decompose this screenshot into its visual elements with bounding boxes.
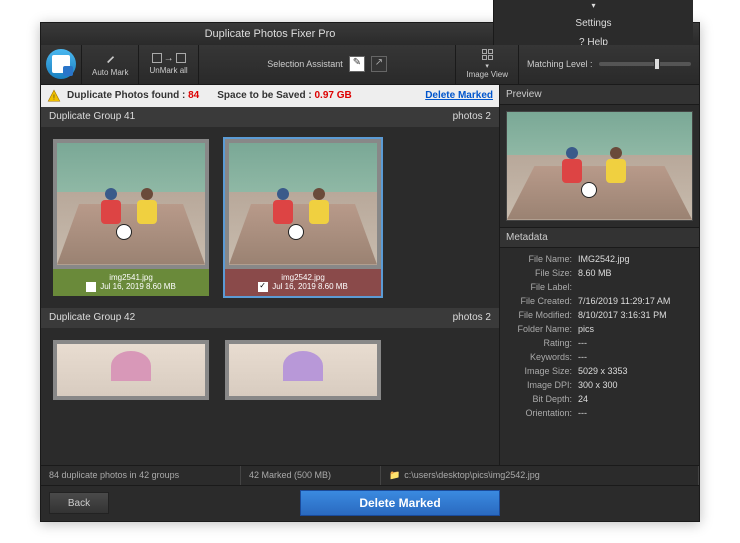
group-41-thumbs: img2541.jpg Jul 16, 2019 8.60 MB img2542…	[41, 127, 499, 308]
checkbox-icon	[152, 53, 162, 63]
photo-filename: img2542.jpg	[229, 273, 377, 282]
wand-icon	[103, 52, 117, 66]
group-header-42: Duplicate Group 42 photos 2	[41, 308, 499, 328]
app-window: Duplicate Photos Fixer Pro ▾ Settings ? …	[40, 22, 700, 522]
bottombar: Back Delete Marked	[41, 485, 699, 521]
results-panel: ! Duplicate Photos found : 84 Space to b…	[41, 85, 499, 465]
metadata-label: Metadata	[500, 227, 699, 248]
statusbar: 84 duplicate photos in 42 groups 42 Mark…	[41, 465, 699, 485]
delete-marked-link[interactable]: Delete Marked	[425, 90, 493, 101]
photo-checkbox[interactable]	[86, 282, 96, 292]
metadata-row: Image DPI:300 x 300	[506, 378, 693, 392]
grid-icon	[482, 49, 493, 60]
photo-card[interactable]	[51, 338, 211, 402]
preview-label: Preview	[500, 85, 699, 105]
photo-card[interactable]: img2541.jpg Jul 16, 2019 8.60 MB	[51, 137, 211, 298]
status-dupes: 84 duplicate photos in 42 groups	[41, 466, 241, 485]
automark-button[interactable]: Auto Mark	[81, 45, 138, 84]
side-panel: Preview Metadata File Name:IMG2542.jpgFi…	[499, 85, 699, 465]
delete-marked-button[interactable]: Delete Marked	[300, 490, 500, 516]
metadata-row: File Size:8.60 MB	[506, 266, 693, 280]
main-area: ! Duplicate Photos found : 84 Space to b…	[41, 85, 699, 465]
infobar: ! Duplicate Photos found : 84 Space to b…	[41, 85, 499, 107]
metadata-row: Orientation:---	[506, 406, 693, 420]
group-42-thumbs	[41, 328, 499, 412]
metadata-row: File Modified:8/10/2017 3:16:31 PM	[506, 308, 693, 322]
photo-filename: img2541.jpg	[57, 273, 205, 282]
toolbar: Auto Mark → UnMark all Selection Assista…	[41, 45, 699, 85]
photo-card[interactable]: img2542.jpg Jul 16, 2019 8.60 MB	[223, 137, 383, 298]
folder-icon: 📁	[389, 470, 400, 481]
app-title: Duplicate Photos Fixer Pro	[47, 28, 493, 40]
image-view-button[interactable]: ▾ Image View	[455, 45, 519, 84]
metadata-row: File Created:7/16/2019 11:29:17 AM	[506, 294, 693, 308]
sel-assist-btn1[interactable]: ✎	[349, 56, 365, 72]
matching-level: Matching Level :	[519, 59, 699, 69]
status-path: 📁c:\users\desktop\pics\img2542.jpg	[381, 466, 699, 485]
metadata-panel[interactable]: File Name:IMG2542.jpgFile Size:8.60 MBFi…	[500, 248, 699, 465]
metadata-row: File Label:	[506, 280, 693, 294]
app-logo	[41, 44, 81, 84]
svg-text:!: !	[53, 94, 55, 101]
settings-menu[interactable]: Settings	[575, 18, 611, 29]
group-header-41: Duplicate Group 41 photos 2	[41, 107, 499, 127]
metadata-row: File Name:IMG2542.jpg	[506, 252, 693, 266]
unmarkall-button[interactable]: → UnMark all	[138, 45, 197, 84]
metadata-row: Keywords:---	[506, 350, 693, 364]
photo-card[interactable]	[223, 338, 383, 402]
metadata-row: Image Size:5029 x 3353	[506, 364, 693, 378]
metadata-row: Bit Depth:24	[506, 392, 693, 406]
photo-checkbox[interactable]	[258, 282, 268, 292]
titlebar: Duplicate Photos Fixer Pro ▾ Settings ? …	[41, 23, 699, 45]
status-marked: 42 Marked (500 MB)	[241, 466, 381, 485]
metadata-row: Folder Name:pics	[506, 322, 693, 336]
warning-icon: !	[47, 89, 61, 103]
matching-slider[interactable]	[599, 62, 691, 66]
preview-box	[500, 105, 699, 227]
sel-assist-btn2[interactable]: ↗	[371, 56, 387, 72]
back-button[interactable]: Back	[49, 492, 109, 514]
metadata-row: Rating:---	[506, 336, 693, 350]
selection-assistant: Selection Assistant ✎ ↗	[198, 45, 456, 84]
